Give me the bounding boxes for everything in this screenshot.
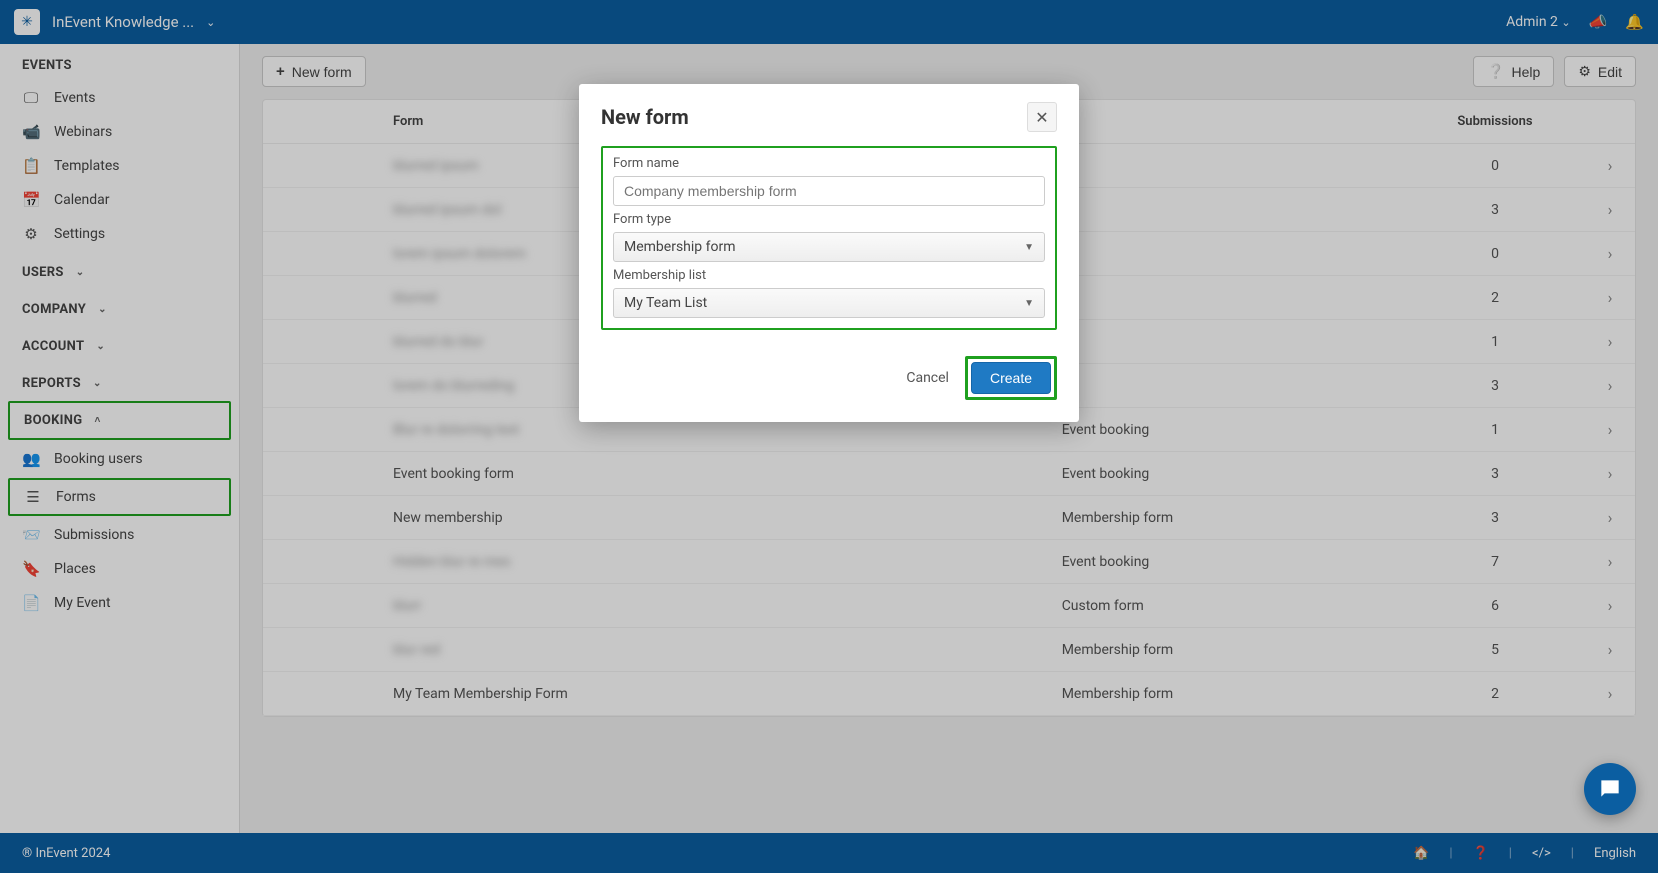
cancel-button[interactable]: Cancel [906, 370, 949, 386]
chat-icon [1597, 776, 1623, 802]
chevron-down-icon: ▼ [1024, 242, 1034, 253]
new-form-modal: New form ✕ Form name Form type Membershi… [579, 84, 1079, 422]
modal-title: New form [601, 105, 689, 129]
membership-list-label: Membership list [613, 268, 1045, 283]
form-type-select[interactable]: Membership form▼ [613, 232, 1045, 262]
form-name-label: Form name [613, 156, 1045, 171]
chat-fab[interactable] [1584, 763, 1636, 815]
close-button[interactable]: ✕ [1027, 102, 1057, 132]
close-icon: ✕ [1035, 108, 1048, 127]
create-button-highlight: Create [965, 356, 1057, 400]
membership-list-select[interactable]: My Team List▼ [613, 288, 1045, 318]
chevron-down-icon: ▼ [1024, 298, 1034, 309]
form-fields-highlight: Form name Form type Membership form▼ Mem… [601, 146, 1057, 330]
modal-overlay: New form ✕ Form name Form type Membershi… [0, 0, 1658, 873]
create-button[interactable]: Create [971, 362, 1051, 394]
form-name-input[interactable] [613, 176, 1045, 206]
form-type-label: Form type [613, 212, 1045, 227]
